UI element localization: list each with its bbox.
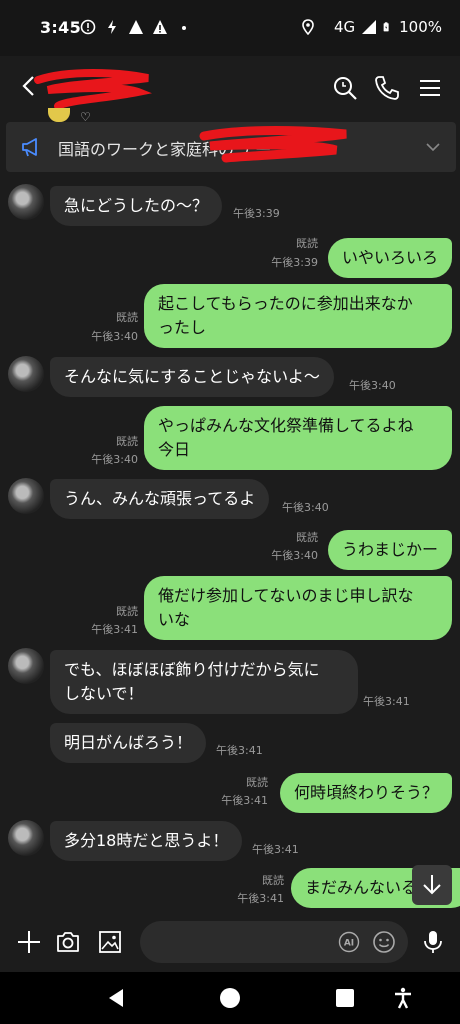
- message-time: 午後3:41: [216, 744, 263, 757]
- read-receipt: 既読: [296, 531, 318, 544]
- accessibility-icon[interactable]: [391, 986, 415, 1010]
- message-line: 今日: [158, 440, 191, 459]
- message-line: 俺だけ参加してないのまじ申し訳な: [158, 586, 414, 605]
- megaphone-icon: [22, 138, 37, 157]
- back-nav-icon[interactable]: [104, 986, 128, 1010]
- message-time: 午後3:40: [282, 501, 329, 514]
- read-receipt: 既読: [246, 776, 268, 789]
- message-time: 午後3:39: [271, 256, 318, 269]
- read-receipt: 既読: [116, 435, 138, 448]
- message-bubble[interactable]: いやいろいろ: [327, 238, 452, 278]
- alert-circle-icon: [80, 19, 96, 35]
- message-time: 午後3:41: [91, 623, 138, 636]
- message-time: 午後3:41: [363, 695, 410, 708]
- message-time: 午後3:39: [233, 207, 280, 220]
- battery-icon: [383, 22, 389, 32]
- message-line: やっぱみんな文化祭準備してるよね: [158, 416, 414, 435]
- dot-icon: [182, 26, 186, 30]
- message-bubble[interactable]: うん、みんな頑張ってるよ: [50, 479, 270, 519]
- message-bubble[interactable]: 起こしてもらったのに参加出来なか ったし: [144, 284, 452, 348]
- mic-icon[interactable]: [420, 929, 446, 955]
- read-receipt: 既読: [296, 237, 318, 250]
- avatar[interactable]: [8, 478, 44, 514]
- message-bubble[interactable]: 何時頃終わりそう？: [279, 773, 452, 813]
- camera-icon[interactable]: [55, 929, 81, 955]
- plus-icon[interactable]: [16, 929, 42, 955]
- home-nav-icon[interactable]: [218, 986, 242, 1010]
- message-list[interactable]: 急にどうしたの〜？ 午後3:39 既読 午後3:39 いやいろいろ 既読 午後3…: [0, 172, 460, 912]
- read-receipt: 既読: [116, 605, 138, 618]
- read-receipt: 既読: [262, 874, 284, 887]
- notification-icons: [80, 19, 192, 35]
- hamburger-icon[interactable]: [416, 74, 444, 102]
- status-time: 3:45: [40, 18, 81, 37]
- message-line: でも、ほぼほぼ飾り付けだから気に: [64, 660, 320, 679]
- message-bubble[interactable]: でも、ほぼほぼ飾り付けだから気に しないで！: [50, 650, 358, 714]
- warning-icon: [129, 20, 143, 34]
- image-icon[interactable]: [97, 929, 123, 955]
- recents-nav-icon[interactable]: [333, 986, 357, 1010]
- status-bar: 3:45 4G 100%: [0, 0, 460, 56]
- message-bubble[interactable]: 俺だけ参加してないのまじ申し訳な いな: [144, 576, 452, 640]
- system-nav-bar: [0, 972, 460, 1024]
- avatar[interactable]: [8, 820, 44, 856]
- search-icon[interactable]: [331, 74, 359, 102]
- message-line: しないで！: [64, 684, 144, 703]
- message-time: 午後3:40: [271, 549, 318, 562]
- message-input[interactable]: [140, 921, 408, 963]
- message-bubble[interactable]: 明日がんばろう！: [50, 723, 207, 763]
- message-time: 午後3:40: [91, 453, 138, 466]
- message-time: 午後3:41: [237, 892, 284, 905]
- avatar[interactable]: [8, 648, 44, 684]
- arrow-down-icon: [423, 875, 441, 895]
- message-line: ったし: [158, 318, 207, 337]
- message-bubble[interactable]: やっぱみんな文化祭準備してるよね 今日: [144, 406, 452, 470]
- avatar[interactable]: [8, 184, 44, 220]
- input-bar: AI: [0, 912, 460, 972]
- location-icon: [302, 19, 314, 35]
- message-bubble[interactable]: 急にどうしたの〜？: [50, 186, 223, 226]
- phone-icon[interactable]: [373, 74, 401, 102]
- redaction-scribble: [199, 126, 347, 163]
- ai-icon[interactable]: AI: [338, 931, 360, 953]
- bolt-icon: [108, 20, 116, 34]
- message-time: 午後3:40: [349, 379, 396, 392]
- announcement-bar[interactable]: 国語のワークと家庭科の ナー...: [6, 122, 456, 172]
- message-time: 午後3:41: [252, 843, 299, 856]
- message-bubble[interactable]: そんなに気にすることじゃないよ〜: [50, 357, 334, 397]
- battery-level: 100%: [399, 18, 442, 36]
- network-type: 4G: [333, 18, 356, 36]
- signal-icon: [362, 20, 377, 34]
- chevron-down-icon[interactable]: [424, 138, 442, 156]
- message-line: 起こしてもらったのに参加出来なか: [158, 294, 413, 313]
- message-line: いな: [158, 610, 191, 629]
- status-right: 4G 100%: [300, 18, 442, 36]
- svg-text:AI: AI: [344, 939, 354, 949]
- avatar[interactable]: [8, 356, 44, 392]
- message-time: 午後3:41: [221, 794, 268, 807]
- emoji-icon[interactable]: [372, 930, 396, 954]
- read-receipt: 既読: [116, 311, 138, 324]
- message-bubble[interactable]: 多分18時だと思うよ！: [50, 821, 243, 861]
- message-bubble[interactable]: うわまじかー: [327, 530, 452, 570]
- warning-icon: [153, 20, 167, 34]
- message-time: 午後3:40: [91, 330, 138, 343]
- redaction-scribble: [34, 69, 153, 110]
- scroll-to-bottom-button[interactable]: [412, 865, 452, 905]
